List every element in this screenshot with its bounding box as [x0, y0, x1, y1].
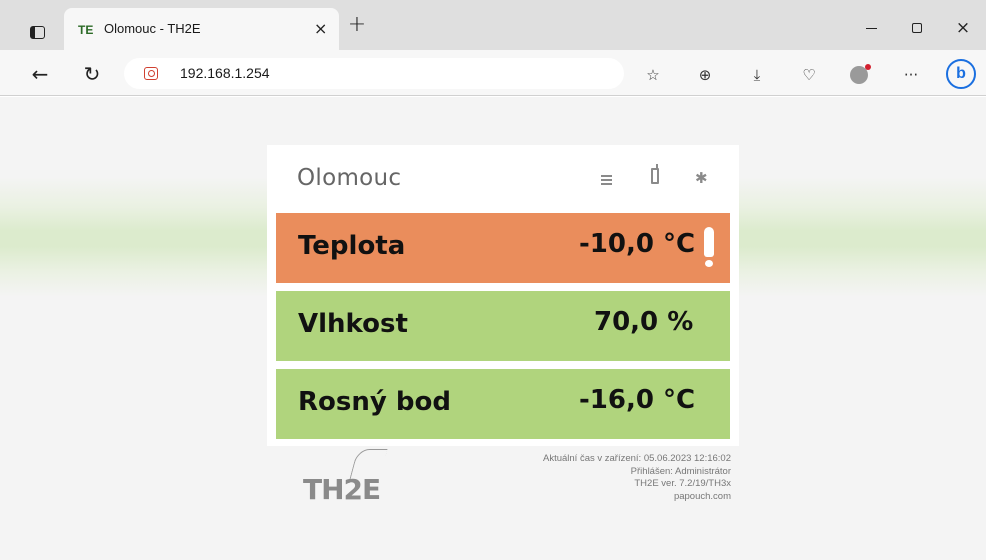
bing-copilot-icon: b [956, 65, 966, 82]
window-maximize-button[interactable] [894, 16, 940, 40]
bing-copilot-button[interactable]: b [946, 59, 976, 89]
window-minimize-button[interactable] [848, 16, 894, 40]
gear-icon[interactable]: ✱ [695, 169, 708, 187]
collections-button[interactable]: ⊕ [692, 62, 718, 88]
website-link[interactable]: papouch.com [543, 491, 731, 504]
measurement-row-dew-point: Rosný bod -16,0 °C [276, 369, 730, 439]
favorites-star-icon: ☆ [646, 66, 660, 84]
measurement-value: -16,0 °C [579, 385, 696, 415]
sensor-panel: Olomouc ✱ Teplota -10,0 °C Vlhkost 70,0 … [267, 145, 739, 446]
profile-button[interactable] [846, 62, 872, 88]
device-time: Aktuální čas v zařízení: 05.06.2023 12:1… [542, 453, 731, 464]
th2e-logo: TH2E [303, 473, 381, 506]
tab-close-button[interactable]: × [314, 19, 327, 38]
logged-in-user: Přihlášen: Administrátor [630, 465, 731, 477]
active-tab[interactable]: TE Olomouc - TH2E × [64, 8, 339, 50]
url-text[interactable]: 192.168.1.254 [180, 65, 270, 81]
tab-title: Olomouc - TH2E [104, 21, 201, 36]
firmware-version: TH2E ver. 7.2/19/TH3x [634, 478, 731, 489]
measurement-row-humidity: Vlhkost 70,0 % [276, 291, 730, 361]
tab-strip: TE Olomouc - TH2E × + × [0, 0, 986, 50]
measurement-value: 70,0 % [594, 307, 694, 337]
measurement-label: Vlhkost [298, 309, 408, 339]
station-name: Olomouc [297, 165, 402, 191]
favorites-button[interactable]: ☆ [640, 62, 666, 88]
measurement-row-temperature: Teplota -10,0 °C [276, 213, 730, 283]
minimize-icon [865, 27, 877, 29]
browser-essentials-button[interactable]: ♡ [796, 62, 822, 88]
window-close-button[interactable]: × [940, 16, 986, 40]
downloads-button[interactable]: ⤓ [744, 62, 770, 88]
browser-toolbar: ← ↻ 192.168.1.254 ☆ ⊕ ⤓ ♡ ··· [0, 50, 986, 96]
mobile-phone-icon[interactable] [651, 168, 659, 184]
page-footer: TH2E Aktuální čas v zařízení: 05.06.2023… [267, 449, 739, 549]
measurement-value: -10,0 °C [579, 229, 696, 259]
maximize-icon [912, 23, 922, 33]
download-icon: ⤓ [753, 66, 761, 84]
collections-icon: ⊕ [698, 66, 712, 84]
back-arrow-icon: ← [31, 62, 49, 86]
sidebar-toggle-button[interactable] [20, 17, 54, 47]
more-menu-button[interactable]: ··· [898, 62, 924, 88]
back-button[interactable]: ← [26, 60, 54, 88]
measurement-label: Rosný bod [298, 387, 451, 417]
menu-icon[interactable] [601, 173, 612, 187]
refresh-button[interactable]: ↻ [78, 60, 106, 88]
device-info: Aktuální čas v zařízení: 05.06.2023 12:1… [543, 453, 731, 503]
measurement-label: Teplota [298, 231, 406, 261]
refresh-icon: ↻ [83, 62, 101, 86]
alert-exclamation-icon [704, 227, 714, 267]
profile-avatar-icon [850, 64, 871, 84]
new-tab-button[interactable]: + [344, 14, 370, 40]
browser-essentials-icon: ♡ [802, 66, 816, 84]
sidebar-icon [29, 25, 45, 39]
page-viewport: Olomouc ✱ Teplota -10,0 °C Vlhkost 70,0 … [0, 97, 986, 560]
address-bar[interactable]: 192.168.1.254 [124, 58, 624, 89]
tab-favicon-icon: TE [78, 23, 94, 37]
site-info-icon[interactable] [144, 67, 158, 80]
